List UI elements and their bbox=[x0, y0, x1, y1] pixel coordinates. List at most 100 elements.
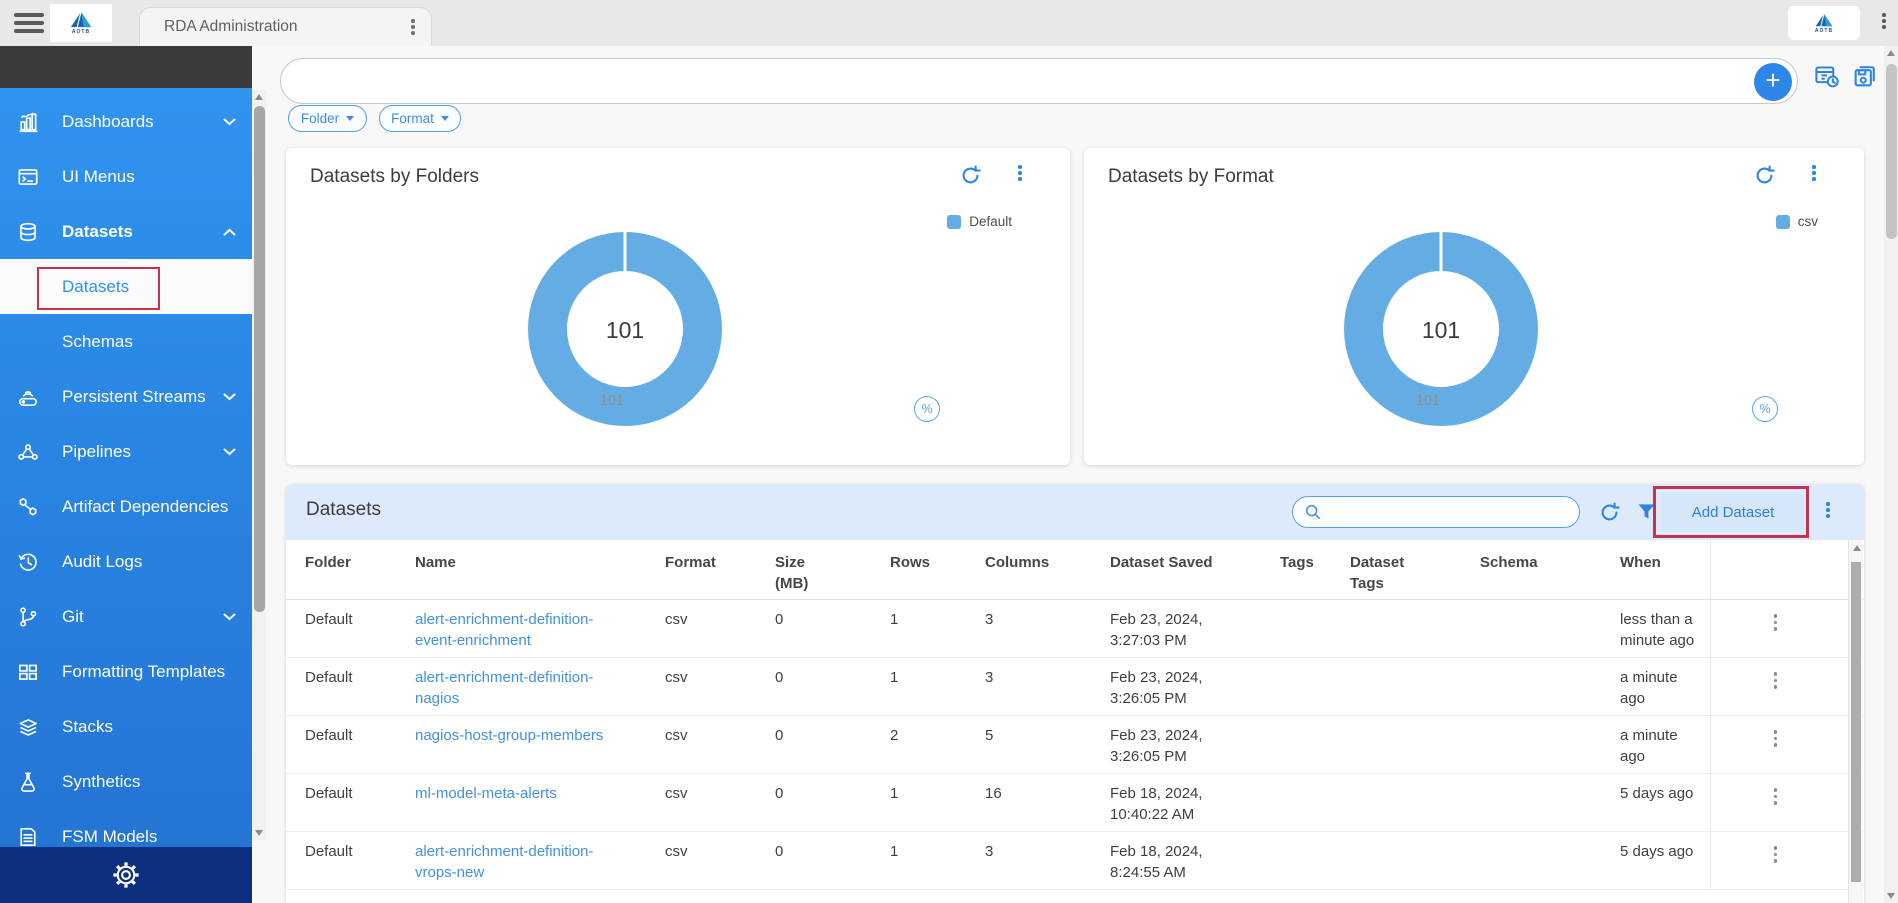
sidebar-menu: Dashboards UI Menus Datasets Datasets Sc… bbox=[0, 88, 252, 847]
column-header[interactable]: Columns bbox=[985, 540, 1110, 599]
card-menu-icon[interactable] bbox=[1018, 165, 1022, 181]
page-scrollbar[interactable] bbox=[1884, 46, 1898, 903]
account-logo-button[interactable]: AOTB bbox=[1788, 6, 1860, 40]
pipelines-icon bbox=[16, 440, 40, 464]
row-menu-icon[interactable] bbox=[1774, 730, 1778, 773]
row-menu-icon[interactable] bbox=[1774, 672, 1778, 715]
percent-toggle-button[interactable]: % bbox=[1752, 396, 1778, 422]
sidebar-item-fsm-models[interactable]: FSM Models bbox=[0, 809, 252, 847]
sidebar-item-audit-logs[interactable]: Audit Logs bbox=[0, 534, 252, 589]
chart-card-datasets-by-format: Datasets by Format csv 101 101 % bbox=[1084, 148, 1864, 465]
ui-menus-icon bbox=[16, 165, 40, 189]
dataset-name-link[interactable]: ml-model-meta-alerts bbox=[415, 774, 665, 831]
column-header[interactable]: Schema bbox=[1480, 540, 1620, 599]
sidebar-item-persistent-streams[interactable]: Persistent Streams bbox=[0, 369, 252, 424]
sidebar-item-label: Audit Logs bbox=[62, 552, 142, 572]
scroll-up-icon[interactable] bbox=[255, 94, 263, 100]
scroll-down-icon[interactable] bbox=[255, 830, 263, 836]
column-header[interactable]: Format bbox=[665, 540, 775, 599]
column-header[interactable]: DatasetTags bbox=[1350, 540, 1480, 599]
dataset-name-link[interactable]: alert-enrichment-definition-nagios bbox=[415, 658, 665, 715]
column-header[interactable]: Rows bbox=[890, 540, 985, 599]
scroll-up-icon[interactable] bbox=[1853, 545, 1861, 551]
scroll-up-icon[interactable] bbox=[1887, 50, 1895, 56]
card-menu-icon[interactable] bbox=[1812, 165, 1816, 181]
sidebar-item-ui-menus[interactable]: UI Menus bbox=[0, 149, 252, 204]
hamburger-menu-icon[interactable] bbox=[14, 13, 44, 33]
column-header[interactable]: When bbox=[1620, 540, 1710, 599]
percent-toggle-button[interactable]: % bbox=[914, 396, 940, 422]
cell-columns: 3 bbox=[985, 600, 1110, 657]
sidebar-item-artifact-dependencies[interactable]: Artifact Dependencies bbox=[0, 479, 252, 534]
browser-menu-icon[interactable] bbox=[1882, 13, 1886, 29]
global-search-input[interactable] bbox=[303, 63, 1743, 99]
table-menu-icon[interactable] bbox=[1826, 502, 1830, 518]
sidebar-item-dashboards[interactable]: Dashboards bbox=[0, 94, 252, 149]
browser-tab[interactable]: RDA Administration bbox=[139, 7, 432, 46]
filter-funnel-icon[interactable] bbox=[1636, 501, 1657, 527]
add-dataset-button[interactable]: Add Dataset bbox=[1662, 492, 1804, 532]
cell-size: 0 bbox=[775, 832, 890, 889]
table-search-input[interactable] bbox=[1329, 504, 1559, 520]
sidebar-item-synthetics[interactable]: Synthetics bbox=[0, 754, 252, 809]
legend-item-default[interactable]: Default bbox=[947, 214, 1012, 229]
page-scrollbar-thumb[interactable] bbox=[1886, 64, 1897, 239]
column-header[interactable]: Folder bbox=[305, 540, 415, 599]
dataset-name-link[interactable]: nagios-host-group-members bbox=[415, 716, 665, 773]
table-scrollbar-thumb[interactable] bbox=[1851, 562, 1861, 882]
row-menu-icon[interactable] bbox=[1774, 788, 1778, 831]
sidebar-scrollbar-thumb[interactable] bbox=[254, 106, 265, 612]
table-row: Default alert-enrichment-definition-vrop… bbox=[286, 832, 1864, 890]
cell-schema bbox=[1480, 832, 1620, 889]
history-icon[interactable] bbox=[1813, 63, 1840, 95]
legend-label: Default bbox=[969, 214, 1012, 229]
cell-actions bbox=[1710, 600, 1848, 657]
dataset-name-link[interactable]: alert-enrichment-definition-event-enrich… bbox=[415, 600, 665, 657]
scroll-down-icon[interactable] bbox=[1887, 893, 1895, 899]
table-row: Default nagios-host-group-members csv 0 … bbox=[286, 716, 1864, 774]
sidebar-item-label: Datasets bbox=[62, 222, 133, 242]
sidebar-scrollbar[interactable] bbox=[252, 90, 266, 840]
row-menu-icon[interactable] bbox=[1774, 846, 1778, 889]
cell-columns: 5 bbox=[985, 716, 1110, 773]
sidebar-item-label: Artifact Dependencies bbox=[62, 497, 228, 517]
global-search-bar: + bbox=[280, 58, 1798, 104]
table-search bbox=[1292, 496, 1580, 528]
sidebar-subitem-datasets[interactable]: Datasets bbox=[0, 259, 252, 314]
refresh-icon[interactable] bbox=[1753, 164, 1776, 192]
filter-chip-folder[interactable]: Folder bbox=[288, 105, 367, 132]
column-header[interactable]: Size(MB) bbox=[775, 540, 890, 599]
cell-actions bbox=[1710, 774, 1848, 831]
refresh-icon[interactable] bbox=[1598, 501, 1621, 529]
sidebar-item-pipelines[interactable]: Pipelines bbox=[0, 424, 252, 479]
save-layout-icon[interactable] bbox=[1851, 62, 1879, 95]
column-header[interactable]: Dataset Saved bbox=[1110, 540, 1280, 599]
sidebar-item-git[interactable]: Git bbox=[0, 589, 252, 644]
donut-total: 101 bbox=[606, 317, 644, 343]
filter-chip-format[interactable]: Format bbox=[379, 105, 461, 132]
gear-icon[interactable] bbox=[111, 860, 141, 890]
column-header[interactable]: Name bbox=[415, 540, 665, 599]
cell-dataset-tags bbox=[1350, 774, 1480, 831]
chart-card-datasets-by-folders: Datasets by Folders Default 101 101 % bbox=[286, 148, 1070, 465]
refresh-icon[interactable] bbox=[959, 164, 982, 192]
sidebar-item-datasets[interactable]: Datasets bbox=[0, 204, 252, 259]
cell-schema bbox=[1480, 600, 1620, 657]
table-scrollbar[interactable] bbox=[1848, 540, 1863, 903]
cell-when: a minute ago bbox=[1620, 658, 1710, 715]
tab-menu-icon[interactable] bbox=[411, 19, 415, 35]
column-header[interactable] bbox=[1710, 540, 1848, 599]
sidebar-item-formatting-templates[interactable]: Formatting Templates bbox=[0, 644, 252, 699]
dataset-name-link[interactable]: alert-enrichment-definition-vrops-new bbox=[415, 832, 665, 889]
legend-label: csv bbox=[1798, 214, 1818, 229]
cell-folder: Default bbox=[305, 600, 415, 657]
logo-triangle-icon bbox=[1815, 13, 1833, 27]
column-header[interactable]: Tags bbox=[1280, 540, 1350, 599]
chevron-down-icon bbox=[223, 448, 236, 456]
row-menu-icon[interactable] bbox=[1774, 614, 1778, 657]
legend-item-csv[interactable]: csv bbox=[1776, 214, 1818, 229]
add-filter-button[interactable]: + bbox=[1754, 63, 1792, 101]
sidebar-subitem-schemas[interactable]: Schemas bbox=[0, 314, 252, 369]
sidebar-item-stacks[interactable]: Stacks bbox=[0, 699, 252, 754]
cell-columns: 3 bbox=[985, 832, 1110, 889]
